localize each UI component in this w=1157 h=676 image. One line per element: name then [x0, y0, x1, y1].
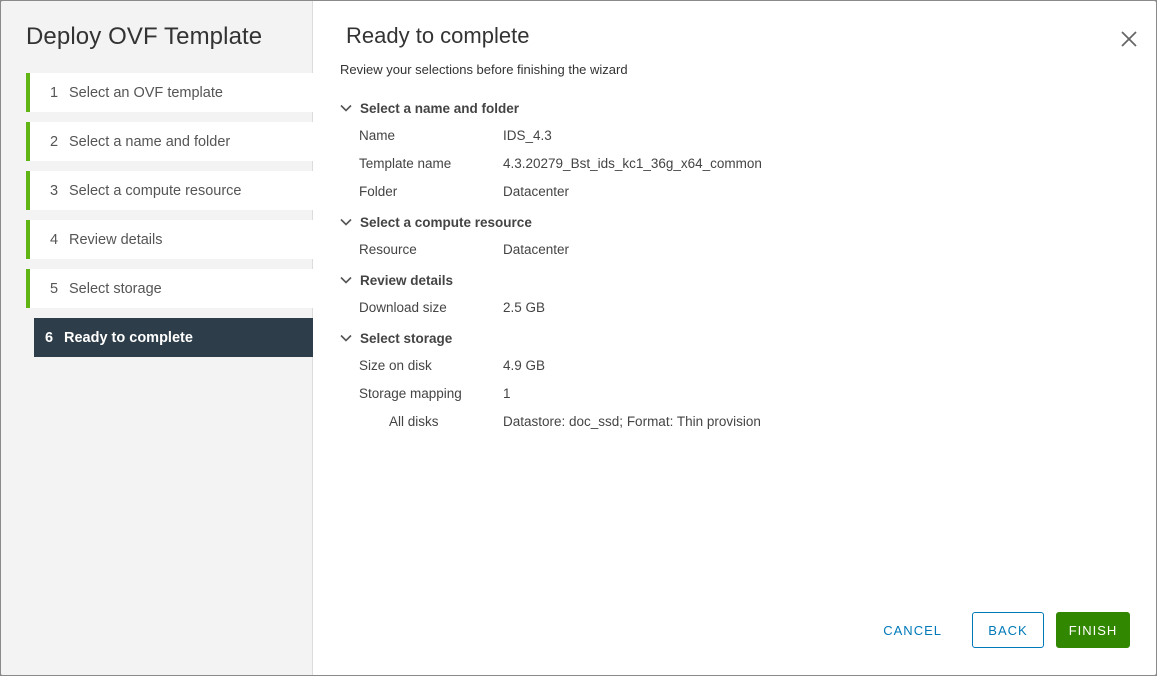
summary-row: Resource Datacenter [340, 235, 1120, 263]
summary-row: Storage mapping 1 [340, 379, 1120, 407]
step-ready-to-complete[interactable]: 6 Ready to complete [30, 318, 313, 357]
step-select-compute-resource[interactable]: 3 Select a compute resource [26, 171, 313, 210]
section-title: Review details [360, 272, 454, 288]
row-key: Template name [359, 155, 452, 171]
section-toggle[interactable]: Review details [340, 269, 1120, 291]
section-title: Select a compute resource [360, 214, 532, 230]
page-title: Ready to complete [346, 23, 530, 48]
section-toggle[interactable]: Select a compute resource [340, 211, 1120, 233]
step-review-details[interactable]: 4 Review details [26, 220, 313, 259]
summary-sections: Select a name and folder Name IDS_4.3 Te… [340, 97, 1120, 441]
step-label: Select storage [69, 280, 162, 297]
deploy-ovf-dialog: Deploy OVF Template 1 Select an OVF temp… [1, 1, 1156, 675]
section-rows: Resource Datacenter [340, 233, 1120, 263]
section-toggle[interactable]: Select storage [340, 327, 1120, 349]
wizard-content: Ready to complete Review your selections… [313, 1, 1156, 675]
section-rows: Download size 2.5 GB [340, 291, 1120, 321]
row-value: 4.9 GB [503, 357, 546, 373]
step-label: Ready to complete [64, 329, 193, 346]
section-title: Select a name and folder [360, 100, 520, 116]
row-key: All disks [389, 413, 439, 429]
row-value: IDS_4.3 [503, 127, 552, 143]
row-value: 4.3.20279_Bst_ids_kc1_36g_x64_common [503, 155, 762, 171]
step-number: 4 [50, 231, 59, 248]
row-key: Storage mapping [359, 385, 462, 401]
summary-row: Name IDS_4.3 [340, 121, 1120, 149]
row-key: Resource [359, 241, 417, 257]
summary-row: Folder Datacenter [340, 177, 1120, 205]
row-value: Datastore: doc_ssd; Format: Thin provisi… [503, 413, 761, 429]
cancel-button[interactable]: CANCEL [871, 612, 954, 648]
step-select-storage[interactable]: 5 Select storage [26, 269, 313, 308]
row-value: Datacenter [503, 241, 570, 257]
summary-row: All disks Datastore: doc_ssd; Format: Th… [340, 407, 1120, 435]
summary-row: Size on disk 4.9 GB [340, 351, 1120, 379]
chevron-down-icon [340, 218, 360, 226]
wizard-steps: 1 Select an OVF template 2 Select a name… [26, 73, 313, 367]
close-icon [1121, 31, 1137, 47]
row-key: Download size [359, 299, 447, 315]
wizard-title: Deploy OVF Template [26, 23, 263, 50]
back-button[interactable]: BACK [972, 612, 1044, 648]
wizard-footer: CANCEL BACK FINISH [871, 612, 1130, 648]
summary-row: Download size 2.5 GB [340, 293, 1120, 321]
section-rows: Name IDS_4.3 Template name 4.3.20279_Bst… [340, 119, 1120, 205]
section-name-folder: Select a name and folder Name IDS_4.3 Te… [340, 97, 1120, 205]
chevron-down-icon [340, 334, 360, 342]
section-compute-resource: Select a compute resource Resource Datac… [340, 211, 1120, 263]
row-value: 1 [503, 385, 511, 401]
summary-row: Template name 4.3.20279_Bst_ids_kc1_36g_… [340, 149, 1120, 177]
section-toggle[interactable]: Select a name and folder [340, 97, 1120, 119]
step-select-ovf-template[interactable]: 1 Select an OVF template [26, 73, 313, 112]
wizard-sidebar: Deploy OVF Template 1 Select an OVF temp… [1, 1, 313, 675]
page-subtitle: Review your selections before finishing … [340, 62, 628, 77]
finish-button[interactable]: FINISH [1056, 612, 1130, 648]
chevron-down-icon [340, 276, 360, 284]
section-rows: Size on disk 4.9 GB Storage mapping 1 Al… [340, 349, 1120, 435]
row-key: Folder [359, 183, 398, 199]
step-number: 3 [50, 182, 59, 199]
step-number: 6 [45, 329, 54, 346]
section-review-details: Review details Download size 2.5 GB [340, 269, 1120, 321]
row-value: 2.5 GB [503, 299, 546, 315]
step-label: Select an OVF template [69, 84, 223, 101]
step-label: Select a name and folder [69, 133, 231, 150]
row-key: Size on disk [359, 357, 432, 373]
step-label: Select a compute resource [69, 182, 242, 199]
section-select-storage: Select storage Size on disk 4.9 GB Stora… [340, 327, 1120, 435]
row-key: Name [359, 127, 396, 143]
step-number: 5 [50, 280, 59, 297]
step-number: 1 [50, 84, 59, 101]
section-title: Select storage [360, 330, 453, 346]
close-button[interactable] [1118, 28, 1140, 50]
row-value: Datacenter [503, 183, 570, 199]
step-number: 2 [50, 133, 59, 150]
step-select-name-folder[interactable]: 2 Select a name and folder [26, 122, 313, 161]
step-label: Review details [69, 231, 163, 248]
chevron-down-icon [340, 104, 360, 112]
